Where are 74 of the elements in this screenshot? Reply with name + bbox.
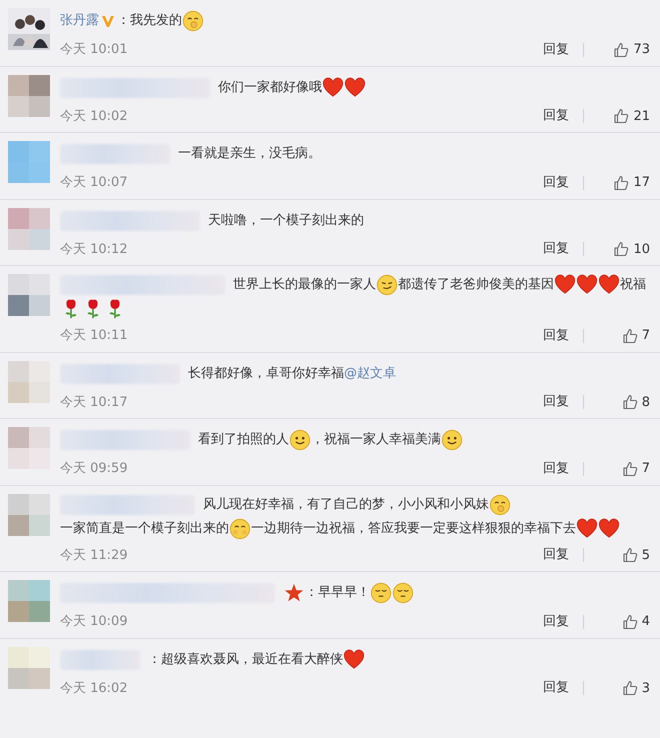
star-icon (283, 582, 305, 604)
comment-text: 风儿现在好幸福，有了自己的梦，小小风和小风妹 (203, 496, 489, 514)
like-button[interactable]: 73 (602, 40, 650, 60)
like-button[interactable]: 5 (602, 546, 650, 565)
like-button[interactable]: 3 (602, 678, 650, 698)
thumbs-up-icon (622, 680, 638, 696)
timestamp: 今天 11:29 (60, 546, 128, 564)
smiley-icon (289, 429, 311, 451)
like-button[interactable]: 21 (602, 106, 650, 126)
thumbs-up-icon (613, 241, 630, 258)
thumbs-up-icon (613, 108, 630, 124)
mention-link[interactable]: @赵文卓 (344, 364, 396, 384)
username-link[interactable]: 张丹露 (60, 11, 99, 31)
thumbs-up-icon (622, 460, 638, 477)
like-button[interactable]: 4 (602, 612, 650, 632)
reply-link[interactable]: 回复 (543, 42, 584, 57)
shy-emoji-icon (229, 518, 251, 540)
comment-text: 一家简直是一个模子刻出来的 (60, 520, 229, 538)
timestamp: 今天 10:17 (60, 394, 128, 412)
reply-link[interactable]: 回复 (543, 242, 584, 256)
giggle-emoji-icon (489, 494, 511, 516)
like-button[interactable]: 17 (602, 173, 650, 192)
timestamp: 今天 16:02 (60, 680, 128, 698)
smiley-icon (441, 429, 463, 451)
comment-text: 一边期待一边祝福，答应我要一定要这样狠狠的幸福下去 (251, 520, 576, 538)
heart-icon (598, 274, 620, 296)
comment-text: ：我先发的 (117, 12, 182, 30)
reply-link[interactable]: 回复 (543, 462, 584, 476)
comment-text: 世界上长的最像的一家人 (233, 276, 376, 294)
timestamp: 今天 10:02 (60, 108, 128, 126)
thumbs-up-icon (613, 42, 630, 58)
timestamp: 今天 10:12 (60, 240, 128, 258)
thumbs-up-icon (622, 547, 638, 564)
comment-text: 你们一家都好像哦 (218, 78, 322, 97)
comment-text: ：早早早！ (305, 584, 370, 602)
thumbs-up-icon (622, 328, 638, 344)
heart-icon (598, 518, 620, 540)
timestamp: 今天 10:07 (60, 174, 128, 192)
like-button[interactable]: 10 (602, 240, 650, 259)
like-button[interactable]: 7 (602, 326, 650, 346)
like-button[interactable]: 7 (602, 459, 650, 478)
timestamp: 今天 10:11 (60, 327, 128, 345)
heart-icon (554, 274, 576, 296)
reply-link[interactable]: 回复 (543, 614, 584, 629)
reply-link[interactable]: 回复 (543, 548, 584, 562)
comment-text: 都遗传了老爸帅俊美的基因 (398, 276, 554, 294)
thumbs-up-icon (622, 614, 638, 630)
thumbs-up-icon (613, 174, 630, 191)
comment-text: 祝福 (620, 276, 646, 294)
reply-link[interactable]: 回复 (543, 109, 584, 124)
thumbs-up-icon (622, 394, 638, 410)
like-button[interactable]: 8 (602, 392, 650, 412)
comment-text: 一看就是亲生，没毛病。 (178, 145, 321, 164)
giggle-emoji-icon (182, 10, 204, 32)
sleepy-emoji-icon (370, 582, 392, 604)
comment-text: 天啦噜，一个模子刻出来的 (208, 212, 364, 230)
comment-text: ：超级喜欢聂风，最近在看大醉侠 (148, 650, 343, 669)
timestamp: 今天 10:09 (60, 613, 128, 631)
reply-link[interactable]: 回复 (543, 176, 584, 190)
heart-icon (576, 274, 598, 296)
sleepy-emoji-icon (392, 582, 414, 604)
heart-icon (576, 518, 598, 540)
heart-icon (344, 76, 366, 98)
reply-link[interactable]: 回复 (543, 395, 584, 410)
timestamp: 今天 09:59 (60, 460, 128, 478)
smirk-emoji-icon (376, 274, 398, 296)
reply-link[interactable]: 回复 (543, 681, 584, 696)
comment-text: ，祝福一家人幸福美满 (311, 431, 441, 450)
timestamp: 今天 10:01 (60, 41, 128, 59)
comment-text: 长得都好像，卓哥你好幸福 (188, 364, 344, 383)
heart-icon (343, 648, 365, 670)
comment-text: 看到了拍照的人 (198, 431, 289, 450)
reply-link[interactable]: 回复 (543, 328, 584, 343)
heart-icon (322, 76, 344, 98)
